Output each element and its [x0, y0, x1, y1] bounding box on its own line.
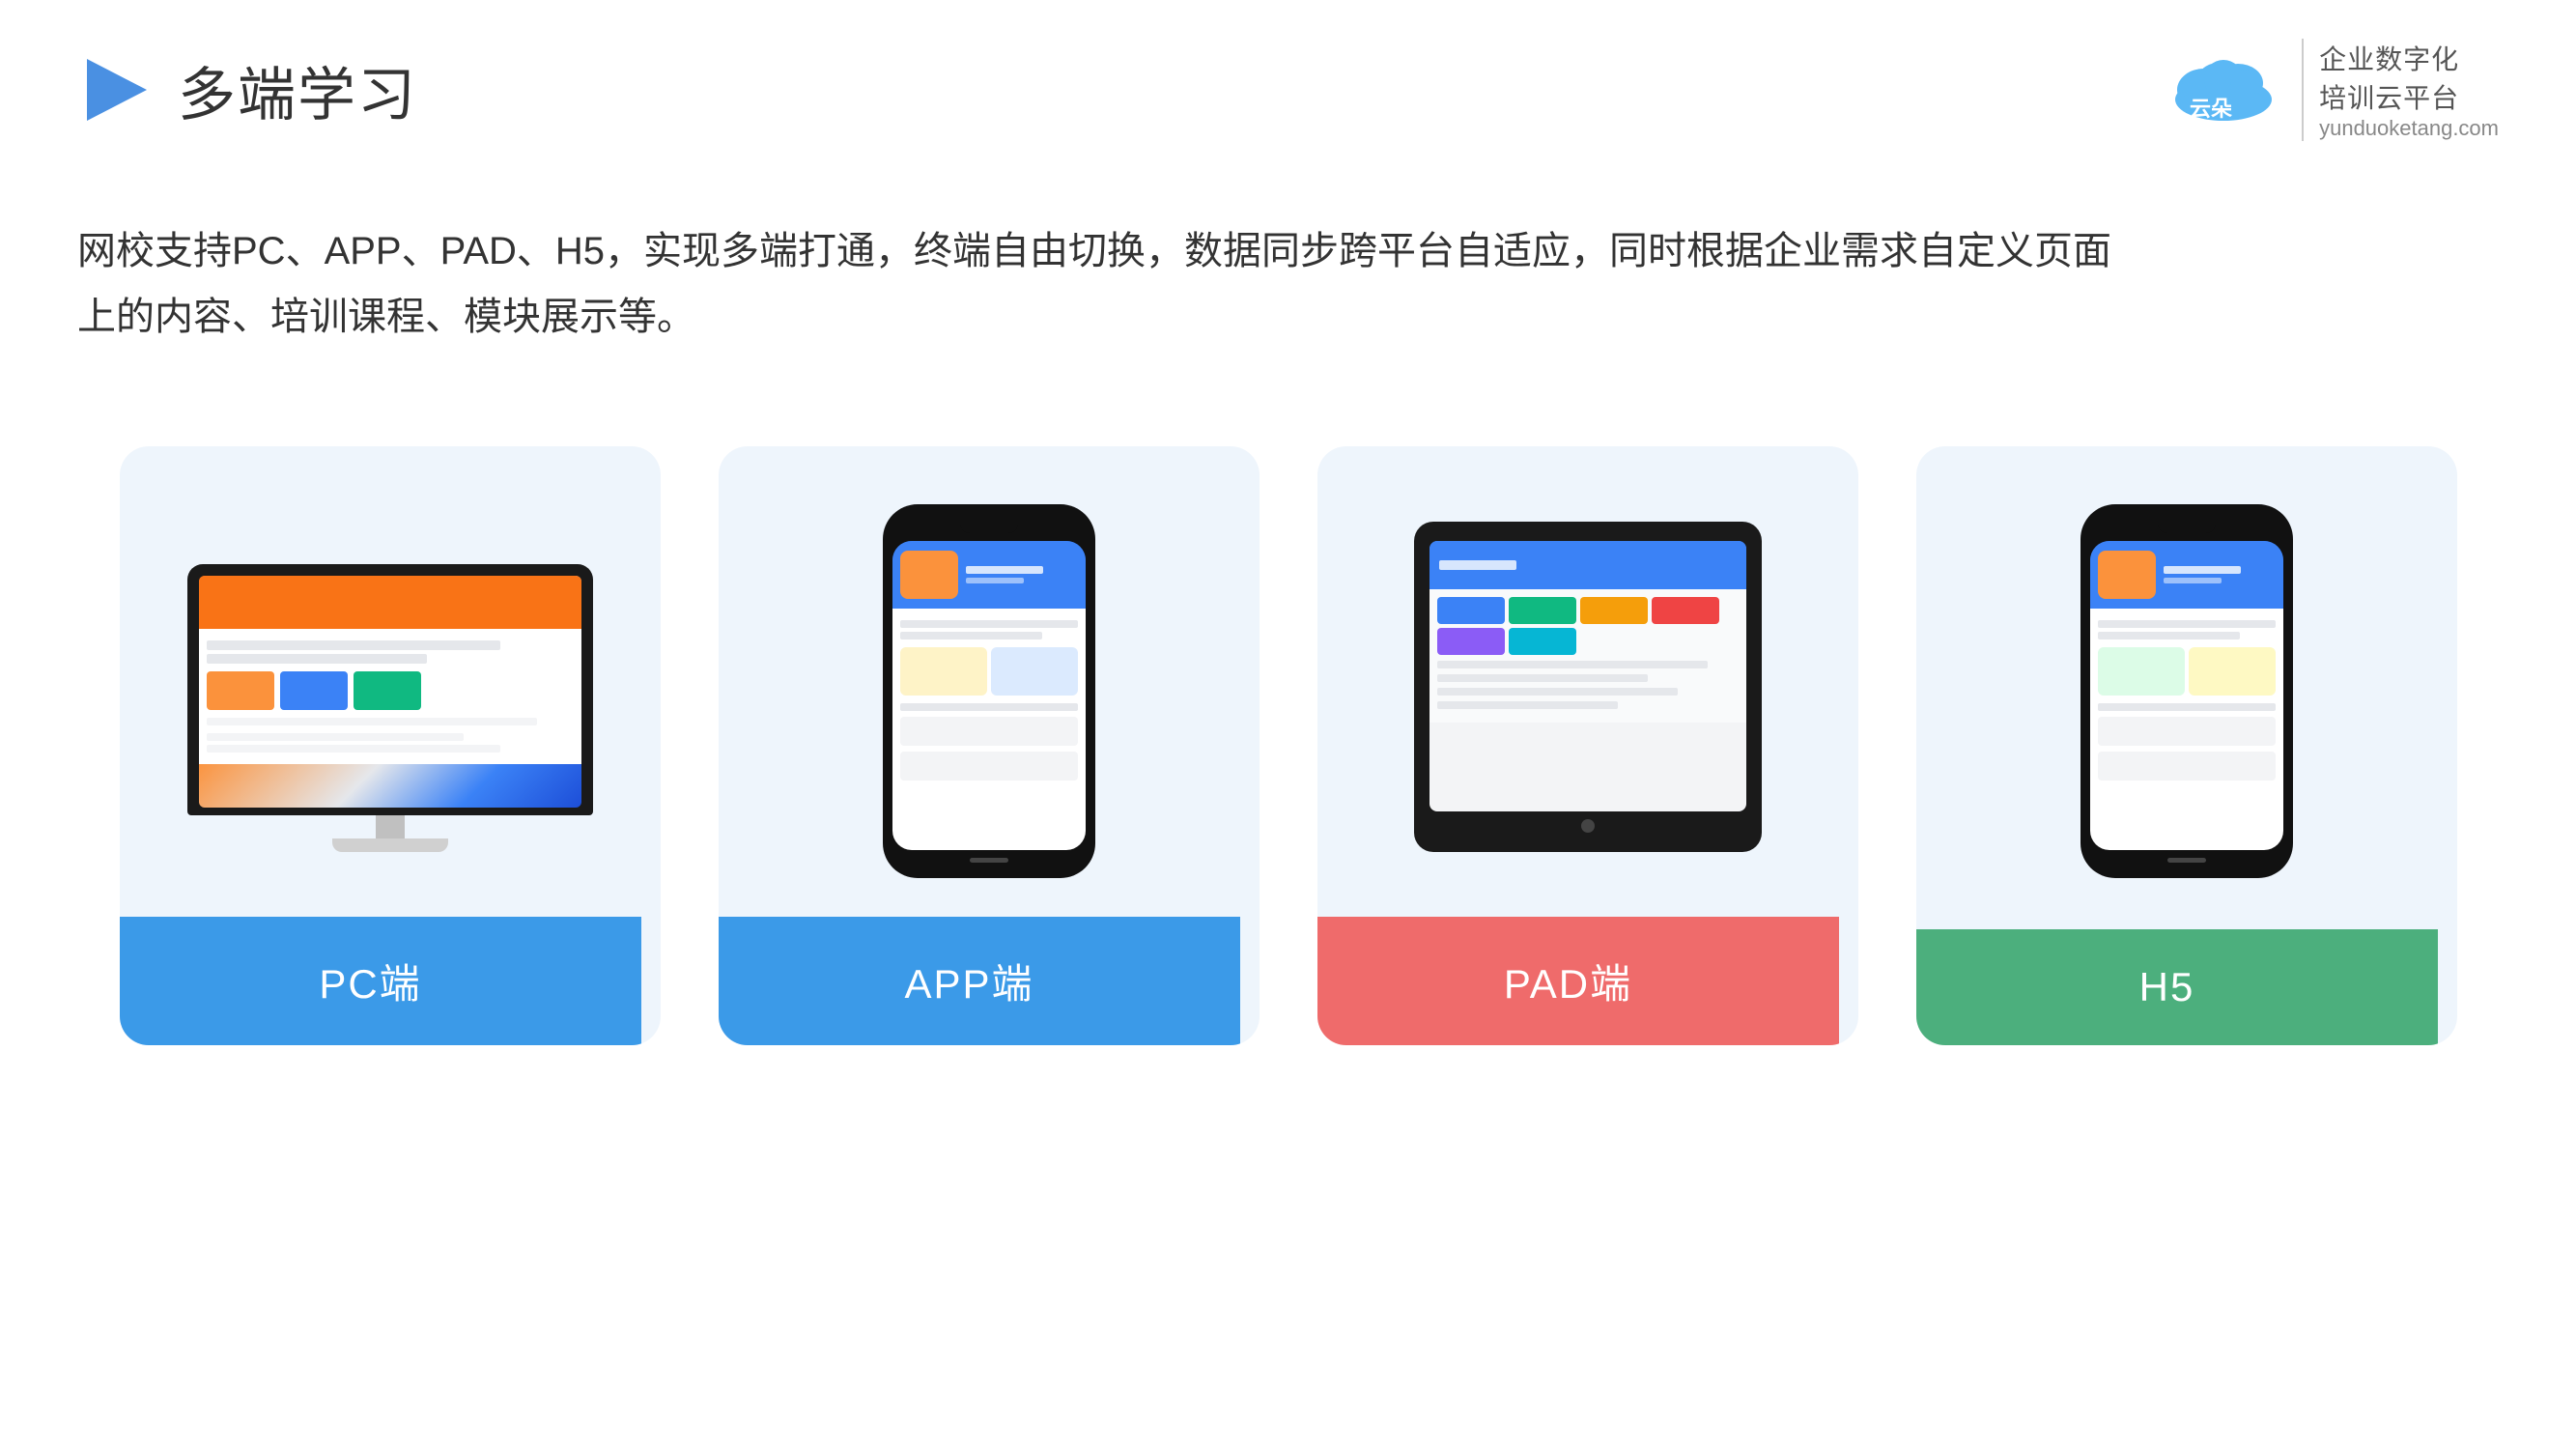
app-phone	[883, 504, 1095, 878]
description-line1: 网校支持PC、APP、PAD、H5，实现多端打通，终端自由切换，数据同步跨平台自…	[77, 218, 2241, 284]
cloud-icon: 云朵	[2161, 46, 2286, 133]
page-title: 多端学习	[178, 48, 417, 132]
description-line2: 上的内容、培训课程、模块展示等。	[77, 284, 2241, 350]
pad-tablet	[1414, 522, 1762, 852]
card-app: APP端	[719, 446, 1260, 1045]
header-right: 云朵 企业数字化 培训云平台 yunduoketang.com	[2161, 39, 2499, 141]
h5-device-image	[1955, 504, 2419, 878]
header: 多端学习 云朵 企业数字化	[0, 0, 2576, 141]
brand-text: 企业数字化 培训云平台 yunduoketang.com	[2302, 39, 2499, 141]
brand-url: yunduoketang.com	[2319, 116, 2499, 141]
brand-logo: 云朵 企业数字化 培训云平台 yunduoketang.com	[2161, 39, 2499, 141]
card-h5: H5	[1916, 446, 2457, 1045]
app-device-image	[757, 504, 1221, 878]
pc-monitor	[187, 564, 593, 852]
brand-name: 企业数字化	[2319, 39, 2499, 77]
h5-button[interactable]: H5	[1916, 929, 2438, 1045]
header-left: 多端学习	[77, 48, 417, 132]
h5-phone	[2081, 504, 2293, 878]
svg-text:云朵: 云朵	[2190, 97, 2232, 121]
cards-section: PC端	[0, 350, 2576, 1045]
card-pad: PAD端	[1317, 446, 1858, 1045]
card-pc: PC端	[120, 446, 661, 1045]
pc-device-image	[158, 504, 622, 852]
pad-button[interactable]: PAD端	[1317, 917, 1839, 1045]
app-button[interactable]: APP端	[719, 917, 1240, 1045]
pad-device-image	[1356, 504, 1820, 852]
play-triangle-icon	[77, 51, 155, 128]
brand-tagline: 培训云平台	[2319, 77, 2499, 116]
description: 网校支持PC、APP、PAD、H5，实现多端打通，终端自由切换，数据同步跨平台自…	[0, 141, 2318, 350]
pc-button[interactable]: PC端	[120, 917, 641, 1045]
